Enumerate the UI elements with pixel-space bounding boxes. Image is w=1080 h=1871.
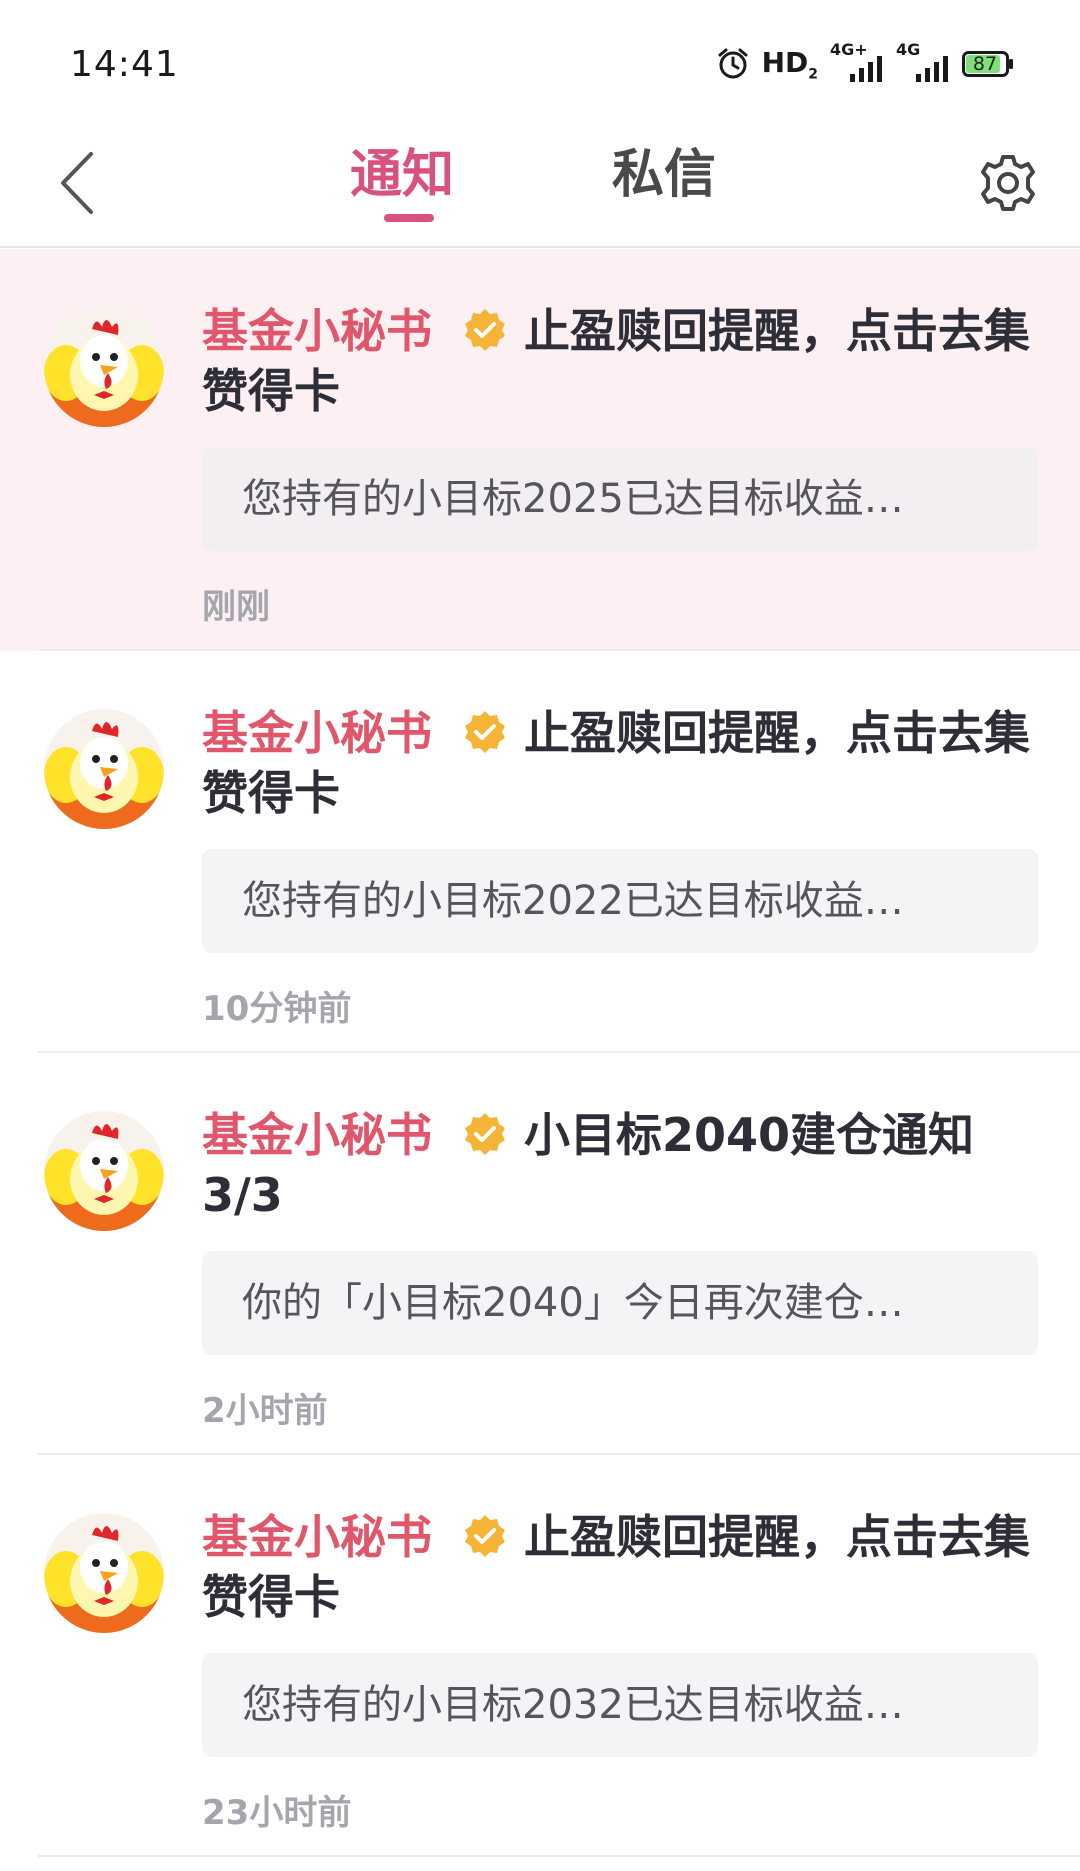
notification-list: 基金小秘书 止盈赎回提醒，点击去集赞得卡 您持有的小目标2025已达目标收益… 刚… <box>0 249 1080 1857</box>
verified-badge-icon <box>465 1113 505 1155</box>
notification-time: 10分钟前 <box>202 989 352 1029</box>
notification-title: 基金小秘书 止盈赎回提醒，点击去集赞得卡 <box>202 703 1042 823</box>
notification-preview[interactable]: 你的「小目标2040」今日再次建仓… <box>202 1251 1038 1355</box>
tab-private-messages[interactable]: 私信 <box>612 140 716 220</box>
signal-icon: 4G+ <box>830 40 884 84</box>
battery-icon: 87 <box>962 51 1014 77</box>
chicken-mascot-icon <box>44 1111 164 1231</box>
chicken-mascot-icon <box>44 1513 164 1633</box>
verified-badge-icon <box>465 1515 505 1557</box>
status-time: 14:41 <box>70 44 179 85</box>
verified-badge-icon <box>465 711 505 753</box>
chevron-left-icon <box>57 150 97 220</box>
chicken-mascot-icon <box>44 307 164 427</box>
gear-icon <box>978 153 1038 217</box>
notification-item[interactable]: 基金小秘书 止盈赎回提醒，点击去集赞得卡 您持有的小目标2032已达目标收益… 2… <box>0 1455 1080 1857</box>
notification-title: 基金小秘书 止盈赎回提醒，点击去集赞得卡 <box>202 301 1042 421</box>
header: 通知 私信 <box>0 120 1080 248</box>
status-icons: HD2 4G+ 4G 87 <box>716 40 1014 84</box>
notification-preview[interactable]: 您持有的小目标2025已达目标收益… <box>202 447 1038 551</box>
active-tab-indicator <box>384 214 434 222</box>
hd-indicator: HD2 <box>761 45 818 83</box>
notification-title: 基金小秘书 小目标2040建仓通知3/3 <box>202 1105 1042 1225</box>
sender-name[interactable]: 基金小秘书 <box>202 304 432 358</box>
notification-title: 基金小秘书 止盈赎回提醒，点击去集赞得卡 <box>202 1507 1042 1627</box>
back-button[interactable] <box>42 140 112 230</box>
notification-preview[interactable]: 您持有的小目标2022已达目标收益… <box>202 849 1038 953</box>
avatar[interactable] <box>44 1111 164 1231</box>
sender-name[interactable]: 基金小秘书 <box>202 1108 432 1162</box>
battery-level: 87 <box>972 53 998 75</box>
alarm-icon <box>716 47 750 81</box>
sender-name[interactable]: 基金小秘书 <box>202 706 432 760</box>
settings-button[interactable] <box>972 140 1044 230</box>
notification-time: 23小时前 <box>202 1793 352 1833</box>
status-bar: 14:41 HD2 4G+ 4G 87 <box>0 0 1080 120</box>
notification-preview[interactable]: 您持有的小目标2032已达目标收益… <box>202 1653 1038 1757</box>
avatar[interactable] <box>44 709 164 829</box>
verified-badge-icon <box>465 309 505 351</box>
notification-item[interactable]: 基金小秘书 小目标2040建仓通知3/3 你的「小目标2040」今日再次建仓… 2… <box>0 1053 1080 1455</box>
notification-time: 刚刚 <box>202 587 270 627</box>
avatar[interactable] <box>44 307 164 427</box>
signal-icon-2: 4G <box>896 40 950 84</box>
avatar[interactable] <box>44 1513 164 1633</box>
sender-name[interactable]: 基金小秘书 <box>202 1510 432 1564</box>
tab-notifications[interactable]: 通知 <box>350 140 454 220</box>
divider <box>38 1855 1080 1857</box>
notification-item[interactable]: 基金小秘书 止盈赎回提醒，点击去集赞得卡 您持有的小目标2022已达目标收益… 1… <box>0 651 1080 1053</box>
notification-item[interactable]: 基金小秘书 止盈赎回提醒，点击去集赞得卡 您持有的小目标2025已达目标收益… 刚… <box>0 249 1080 651</box>
chicken-mascot-icon <box>44 709 164 829</box>
notification-time: 2小时前 <box>202 1391 328 1431</box>
